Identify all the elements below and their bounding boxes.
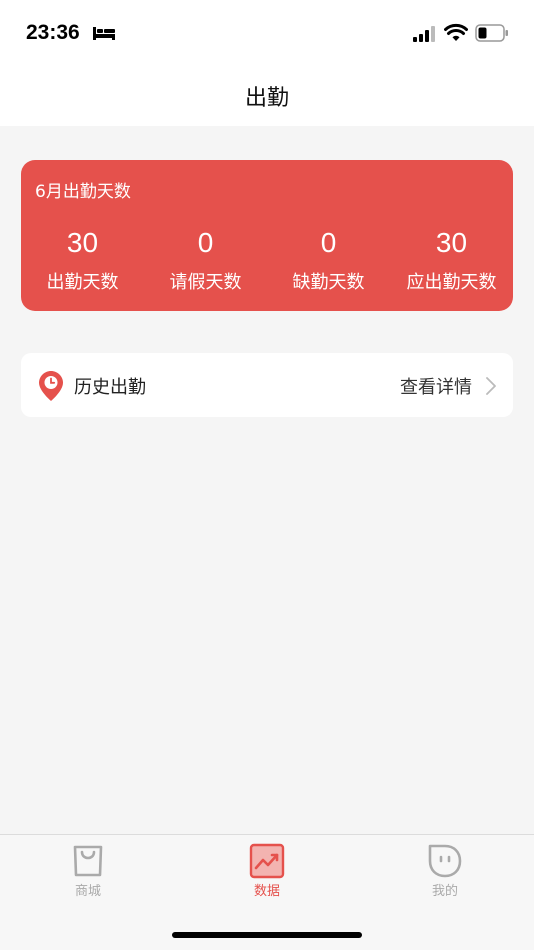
tab-mine[interactable]: 我的 xyxy=(385,843,505,899)
stat-label: 应出勤天数 xyxy=(406,272,497,293)
shopping-bag-icon xyxy=(73,845,103,877)
tab-data[interactable]: 数据 xyxy=(207,843,327,899)
sleep-mode-icon xyxy=(93,27,115,40)
home-indicator xyxy=(172,932,362,938)
history-label: 历史出勤 xyxy=(74,377,146,398)
stat-value: 0 xyxy=(197,227,214,258)
tab-label: 我的 xyxy=(431,884,458,899)
stat-leave-days: 0 请假天数 xyxy=(144,226,267,298)
stat-value: 0 xyxy=(320,227,337,258)
tab-mall[interactable]: 商城 xyxy=(28,843,148,899)
chevron-right-icon xyxy=(486,377,496,395)
status-time: 23:36 xyxy=(26,21,80,44)
stat-label: 出勤天数 xyxy=(46,272,119,293)
tab-label: 商城 xyxy=(74,884,101,899)
tab-label: 数据 xyxy=(253,884,280,899)
page-title: 出勤 xyxy=(244,86,289,111)
battery-icon xyxy=(475,24,508,42)
stat-label: 缺勤天数 xyxy=(292,272,365,293)
attendance-summary-card: 6月出勤天数 30 出勤天数 0 请假天数 0 缺勤天数 30 应出勤天数 xyxy=(21,160,513,311)
face-icon xyxy=(428,844,462,878)
wifi-icon xyxy=(444,23,468,41)
summary-title: 6月出勤天数 xyxy=(35,182,131,202)
trend-chart-icon xyxy=(249,843,285,879)
stat-attendance-days: 30 出勤天数 xyxy=(21,226,144,298)
stats-row: 30 出勤天数 0 请假天数 0 缺勤天数 30 应出勤天数 xyxy=(21,226,513,298)
stat-absent-days: 0 缺勤天数 xyxy=(267,226,390,298)
location-clock-icon xyxy=(39,371,63,401)
nav-bar: 出勤 xyxy=(0,64,534,126)
cellular-signal-icon xyxy=(413,26,435,42)
stat-label: 请假天数 xyxy=(169,272,242,293)
stat-required-days: 30 应出勤天数 xyxy=(390,226,513,298)
history-attendance-row[interactable]: 历史出勤 查看详情 xyxy=(21,353,513,417)
status-bar: 23:36 xyxy=(0,0,534,64)
stat-value: 30 xyxy=(435,227,468,258)
view-details-link[interactable]: 查看详情 xyxy=(400,373,472,399)
stat-value: 30 xyxy=(66,227,99,258)
